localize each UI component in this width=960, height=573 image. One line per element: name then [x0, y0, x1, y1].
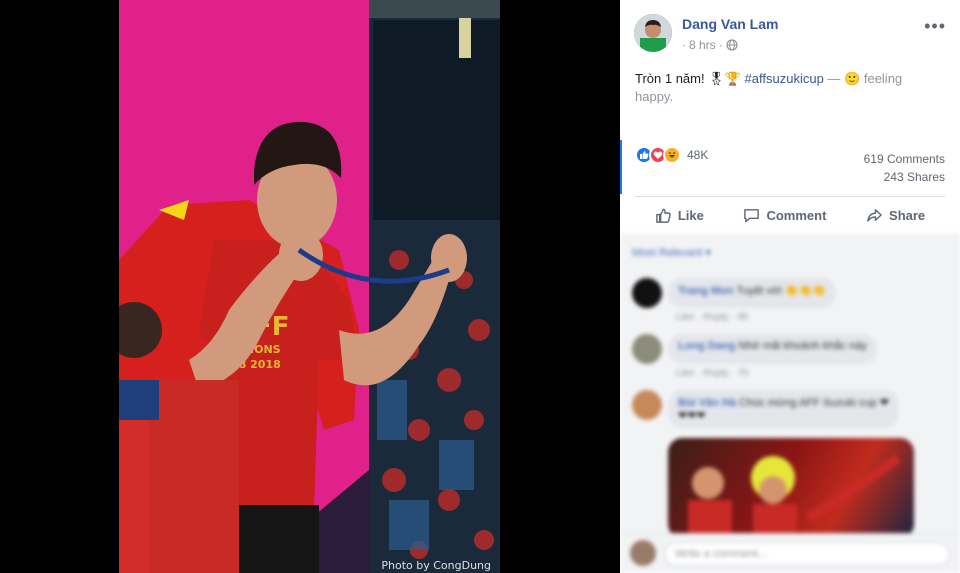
- photo-credit: Photo by CongDung: [381, 559, 491, 572]
- post-meta: · 8 hrs ·: [682, 38, 738, 52]
- focus-indicator: [620, 140, 622, 194]
- comment-text: Nhớ mãi khoảnh khắc này: [738, 340, 867, 352]
- post-photo[interactable]: FF MPIONS 08 2018 Photo by CongDung: [119, 0, 500, 573]
- shares-count[interactable]: 243 Shares: [864, 168, 945, 186]
- divider: [635, 196, 945, 197]
- like-label: Like: [677, 207, 704, 223]
- post-header: Dang Van Lam · 8 hrs · •••: [634, 14, 950, 56]
- comment-text: Chúc mừng AFF Suzuki cup ❤: [739, 397, 889, 409]
- photo-viewer: FF MPIONS 08 2018 Photo by CongDung: [0, 0, 620, 573]
- action-bar: Like Comment Share: [635, 198, 945, 232]
- comment-item: Trang Mon Tuyệt vời 👏👏👏: [632, 278, 836, 308]
- trophy-emoji: 🏆: [724, 71, 741, 86]
- comment-input[interactable]: Write a comment...: [664, 542, 950, 566]
- post-stats: 619 Comments 243 Shares: [864, 150, 945, 186]
- commenter-avatar[interactable]: [632, 334, 662, 364]
- avatar-icon: [634, 14, 672, 52]
- haha-reaction-icon: [663, 146, 681, 164]
- comment-composer: Write a comment...: [620, 533, 960, 573]
- comment-sort-dropdown[interactable]: Most Relevant ▾: [632, 246, 711, 259]
- reaction-count[interactable]: 48K: [687, 148, 708, 162]
- feeling-emoji: 🙂: [844, 71, 861, 86]
- comment-meta[interactable]: Like · Reply · 8h: [676, 312, 749, 323]
- comments-section: Most Relevant ▾ Trang Mon Tuyệt vời 👏👏👏 …: [620, 234, 960, 573]
- post-text-main: Tròn 1 năm!: [635, 71, 709, 86]
- globe-icon[interactable]: [726, 39, 738, 51]
- meta-dot: ·: [682, 38, 686, 52]
- reactions-summary[interactable]: 48K: [635, 146, 708, 164]
- photo-illustration: FF MPIONS 08 2018 Photo by CongDung: [119, 0, 500, 573]
- post-message: Tròn 1 năm! 🎖🏆 #affsuzukicup — 🙂 feeling…: [635, 70, 935, 106]
- meta-dot: ·: [718, 38, 723, 52]
- commenter-name[interactable]: Bùi Văn Hà: [678, 397, 736, 409]
- thumbs-up-icon: [655, 208, 671, 223]
- share-button[interactable]: Share: [866, 207, 925, 224]
- commenter-name[interactable]: Long Dang: [678, 340, 735, 352]
- comment-reactions: ❤❤❤: [678, 410, 706, 422]
- comment-bubble: Long Dang Nhớ mãi khoảnh khắc này: [668, 334, 877, 364]
- comments-count[interactable]: 619 Comments: [864, 150, 945, 168]
- share-icon: [867, 208, 882, 222]
- comment-button[interactable]: Comment: [743, 207, 826, 224]
- hashtag-link[interactable]: #affsuzukicup: [745, 71, 824, 86]
- like-button[interactable]: Like: [655, 207, 704, 224]
- comment-icon: [744, 208, 760, 222]
- feeling-separator: —: [823, 71, 845, 86]
- commenter-avatar[interactable]: [632, 278, 662, 308]
- medal-emoji: 🎖: [708, 71, 725, 86]
- commenter-name[interactable]: Trang Mon: [678, 285, 734, 297]
- post-time[interactable]: 8 hrs: [689, 38, 716, 52]
- comment-image[interactable]: [668, 438, 914, 538]
- comment-bubble: Trang Mon Tuyệt vời 👏👏👏: [668, 278, 836, 308]
- comment-meta[interactable]: Like · Reply · 7h: [676, 368, 749, 379]
- comment-text: Tuyệt vời 👏👏👏: [736, 285, 826, 297]
- author-name[interactable]: Dang Van Lam: [682, 16, 778, 32]
- comment-image-illustration: [688, 453, 901, 538]
- share-label: Share: [889, 207, 926, 223]
- comment-item: Bùi Văn Hà Chúc mừng AFF Suzuki cup ❤ ❤❤❤: [632, 390, 899, 428]
- comment-item: Long Dang Nhớ mãi khoảnh khắc này: [632, 334, 877, 364]
- comment-bubble: Bùi Văn Hà Chúc mừng AFF Suzuki cup ❤ ❤❤❤: [668, 390, 899, 428]
- commenter-avatar[interactable]: [632, 390, 662, 420]
- post-panel: Dang Van Lam · 8 hrs · ••• Tròn 1 năm! 🎖…: [620, 0, 960, 573]
- author-avatar[interactable]: [634, 14, 672, 52]
- current-user-avatar: [630, 540, 656, 566]
- more-options-icon[interactable]: •••: [924, 16, 946, 37]
- comment-label: Comment: [766, 207, 827, 223]
